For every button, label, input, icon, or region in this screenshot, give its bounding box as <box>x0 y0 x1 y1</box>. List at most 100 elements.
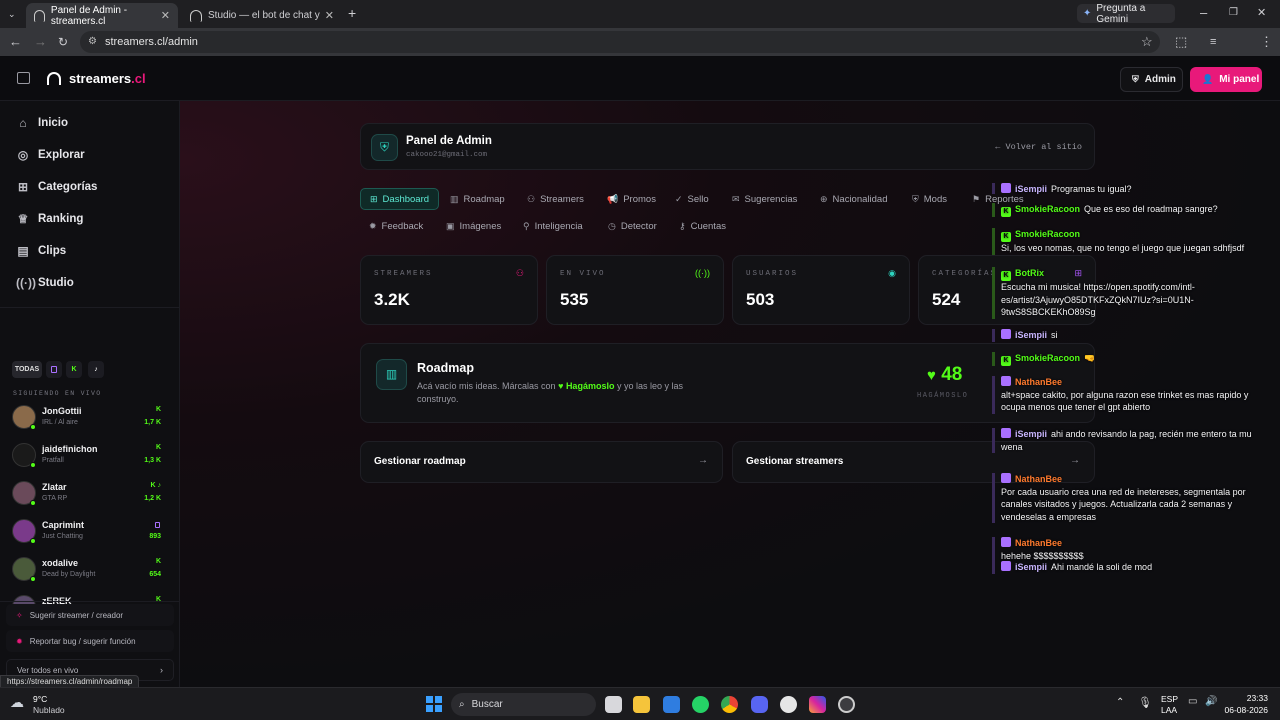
nav-studio[interactable]: ((·)) Studio <box>16 273 74 293</box>
tab-imágenes[interactable]: ▣ Imágenes <box>446 215 501 237</box>
weather-desc: Nublado <box>33 705 65 715</box>
filter-todas[interactable]: TODAS <box>12 361 42 378</box>
streamer-item[interactable]: jaidefinichon Pratfall K 1,3 K <box>12 441 167 475</box>
nav-inicio[interactable]: ⌂ Inicio <box>16 113 68 133</box>
media-icon[interactable]: ≡ <box>1210 35 1216 49</box>
clock-time[interactable]: 23:33 <box>1247 693 1268 703</box>
roadmap-card[interactable]: ▥ Roadmap Acá vacío mis ideas. Márcalas … <box>360 343 1095 423</box>
viewer-count: 1,7 K <box>144 419 161 426</box>
chevron-up-icon[interactable]: ⌃ <box>1116 697 1124 708</box>
volume-icon[interactable]: 🔊 <box>1205 696 1217 707</box>
tab-label: Promos <box>623 193 656 205</box>
sidebar-toggle-icon[interactable] <box>17 72 30 84</box>
home-icon: ⌂ <box>19 116 27 130</box>
chat-message: iSempii Ahi mandé la soli de mod <box>992 561 1260 574</box>
chat-username: NathanBee <box>1015 474 1063 484</box>
filter-twitch[interactable] <box>46 361 62 378</box>
manage-roadmap-button[interactable]: Gestionar roadmap → <box>360 441 723 483</box>
filter-tiktok[interactable]: ♪ <box>88 361 104 378</box>
twitch-icon <box>51 366 57 373</box>
task-view-icon[interactable] <box>605 696 622 713</box>
nav-explorar[interactable]: ◎ Explorar <box>16 145 85 165</box>
tab-search-icon[interactable]: ⌄ <box>8 7 16 21</box>
store-icon[interactable] <box>663 696 680 713</box>
tab-promos[interactable]: 📢 Promos <box>607 188 656 210</box>
tab-sugerencias[interactable]: ✉ Sugerencias <box>732 188 797 210</box>
streamer-item[interactable]: xodalive Dead by Daylight K 654 <box>12 555 167 589</box>
browser-tab-admin[interactable]: Panel de Admin - streamers.cl ✕ <box>26 3 178 28</box>
close-icon[interactable]: ✕ <box>325 9 334 22</box>
language-layout[interactable]: LAA <box>1161 705 1177 715</box>
report-bug-button[interactable]: ✹ Reportar bug / sugerir función <box>6 630 174 652</box>
nav-ranking[interactable]: ♕ Ranking <box>16 209 84 229</box>
sparkle-icon: ✦ <box>1083 8 1092 19</box>
tab-sello[interactable]: ✓ Sello <box>675 188 709 210</box>
tab-dashboard[interactable]: ⊞ Dashboard <box>360 188 440 210</box>
chat-username: iSempii <box>1015 330 1048 340</box>
file-explorer-icon[interactable] <box>633 696 650 713</box>
weather-widget[interactable]: ☁ <box>10 694 30 714</box>
app-logo[interactable]: streamers.cl <box>69 71 146 86</box>
arrow-left-icon: ← <box>995 142 1006 152</box>
gemini-label: Pregunta a Gemini <box>1096 2 1146 25</box>
kick-icon: K <box>1001 207 1011 217</box>
chat-username: iSempii <box>1015 429 1048 439</box>
kick-icon: K <box>1001 232 1011 242</box>
chat-message: iSempii ahi ando revisando la pag, recién… <box>992 428 1260 453</box>
tab-detector[interactable]: ◷ Detector <box>608 215 657 237</box>
extensions-icon[interactable]: ⬚ <box>1175 35 1187 49</box>
admin-button[interactable]: ⛨ Admin <box>1120 67 1183 92</box>
back-icon[interactable]: ← <box>9 35 22 49</box>
tab-roadmap[interactable]: ▥ Roadmap <box>450 188 505 210</box>
tab-label: Sugerencias <box>744 193 798 205</box>
search-placeholder: Buscar <box>471 699 503 710</box>
chrome-icon[interactable] <box>721 696 738 713</box>
close-icon[interactable]: ✕ <box>161 9 170 22</box>
menu-icon[interactable]: ⋮ <box>1260 35 1273 49</box>
whatsapp-icon[interactable] <box>692 696 709 713</box>
nav-clips[interactable]: ▤ Clips <box>16 241 66 261</box>
minimize-icon[interactable]: – <box>1200 6 1207 20</box>
taskbar-search[interactable]: ⌕ Buscar <box>451 693 596 716</box>
language-code[interactable]: ESP <box>1161 694 1178 704</box>
streamer-item[interactable]: Zlatar GTA RP K ♪ 1,2 K <box>12 479 167 513</box>
chatgpt-icon[interactable] <box>780 696 797 713</box>
tab-cuentas[interactable]: ⚷ Cuentas <box>679 215 726 237</box>
windows-start-icon[interactable] <box>426 696 442 712</box>
microphone-icon[interactable]: 🎙 <box>1138 696 1152 709</box>
reload-icon[interactable]: ↻ <box>58 35 68 49</box>
maximize-icon[interactable]: ❐ <box>1229 6 1238 20</box>
url-field[interactable]: ⚙ streamers.cl/admin <box>80 31 1160 53</box>
window-close-icon[interactable]: ✕ <box>1257 6 1266 20</box>
clock-date[interactable]: 06-08-2026 <box>1225 705 1268 715</box>
chat-message: K BotRix Escucha mi musica! https://open.s… <box>992 267 1260 319</box>
streamer-item[interactable]: Caprimint Just Chatting 893 <box>12 517 167 551</box>
streamer-item[interactable]: JonGottii IRL / Al aire K 1,7 K <box>12 403 167 437</box>
site-info-icon[interactable]: ⚙ <box>88 31 97 53</box>
bookmark-star-icon[interactable]: ☆ <box>1141 35 1153 49</box>
forward-icon[interactable]: → <box>34 35 47 49</box>
back-to-site-link[interactable]: ← Volver al sitio <box>995 142 1082 152</box>
suggest-label: Sugerir streamer / creador <box>29 610 124 620</box>
mi-panel-button[interactable]: 👤 Mi panel <box>1190 67 1262 92</box>
app-icon[interactable] <box>838 696 855 713</box>
tab-nacionalidad[interactable]: ⊕ Nacionalidad <box>820 188 887 210</box>
tab-mods[interactable]: ⛨ Mods <box>912 188 947 210</box>
network-icon[interactable]: ▭ <box>1188 696 1197 707</box>
tab-feedback[interactable]: ✹ Feedback <box>369 215 423 237</box>
panel-title: Panel de Admin <box>406 135 492 147</box>
filter-kick[interactable]: K <box>66 361 82 378</box>
suggest-streamer-button[interactable]: ✧ Sugerir streamer / creador <box>6 604 174 626</box>
discord-icon[interactable] <box>751 696 768 713</box>
tab-inteligencia[interactable]: ⚲ Inteligencia <box>523 215 583 237</box>
chat-username: SmokieRacoon <box>1015 353 1081 363</box>
nav-categorias[interactable]: ⊞ Categorías <box>16 177 97 197</box>
live-dot <box>30 500 36 506</box>
browser-tab-studio[interactable]: Studio — el bot de chat y el br ✕ <box>182 3 342 28</box>
new-tab-icon[interactable]: + <box>348 6 356 20</box>
tab-streamers[interactable]: ⚇ Streamers <box>527 188 584 210</box>
instagram-icon[interactable] <box>809 696 826 713</box>
chat-text: 🤜 <box>1084 353 1096 363</box>
gemini-button[interactable]: ✦ Pregunta a Gemini <box>1077 2 1175 25</box>
compass-icon: ◎ <box>17 148 29 162</box>
